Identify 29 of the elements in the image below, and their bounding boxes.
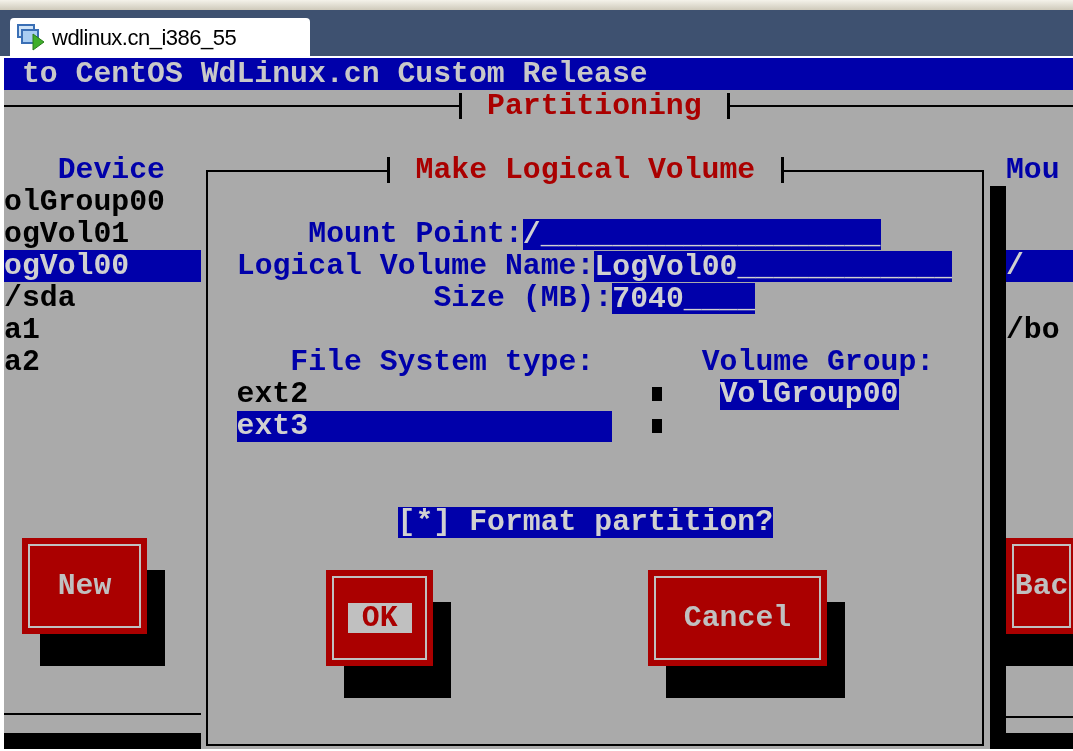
- device-cell[interactable]: a1: [4, 314, 201, 346]
- list-item[interactable]: ext3: [236, 411, 613, 442]
- dialog-title: Make Logical Volume: [388, 154, 783, 186]
- installer-banner: to CentOS WdLinux.cn Custom Release: [4, 58, 1073, 90]
- list-label: Volume Group:: [701, 346, 935, 378]
- device-cell[interactable]: olGroup00: [4, 186, 201, 218]
- mount-point-cell[interactable]: /bo: [1005, 314, 1073, 346]
- virtual-machine-icon: [16, 23, 46, 51]
- device-cell[interactable]: /sda: [4, 282, 201, 314]
- text-field[interactable]: LogVol00____________: [594, 251, 953, 282]
- field-label: Mount Point:: [308, 218, 523, 250]
- scrollbar[interactable]: [989, 186, 1006, 749]
- vm-tab[interactable]: wdlinux.cn_i386_55: [10, 18, 310, 56]
- list-label: File System type:: [290, 346, 595, 378]
- mount-point-cell[interactable]: /: [1005, 250, 1073, 282]
- field-label: Size (MB):: [433, 282, 613, 314]
- column-header: Mou: [1005, 154, 1061, 186]
- device-cell[interactable]: ogVol01: [4, 218, 201, 250]
- field-label: Logical Volume Name:: [236, 250, 595, 282]
- column-header: Device: [57, 154, 165, 186]
- list-item[interactable]: ext2: [236, 378, 613, 410]
- window-title: Partitioning: [460, 90, 729, 122]
- list-item[interactable]: VolGroup00: [719, 379, 899, 410]
- text-field[interactable]: /___________________: [522, 219, 881, 250]
- text-field[interactable]: 7040____: [612, 283, 756, 314]
- tab-title: wdlinux.cn_i386_55: [52, 23, 237, 52]
- device-cell[interactable]: a2: [4, 346, 201, 378]
- device-cell[interactable]: ogVol00: [4, 250, 201, 282]
- format-checkbox[interactable]: [*] Format partition?: [397, 507, 774, 538]
